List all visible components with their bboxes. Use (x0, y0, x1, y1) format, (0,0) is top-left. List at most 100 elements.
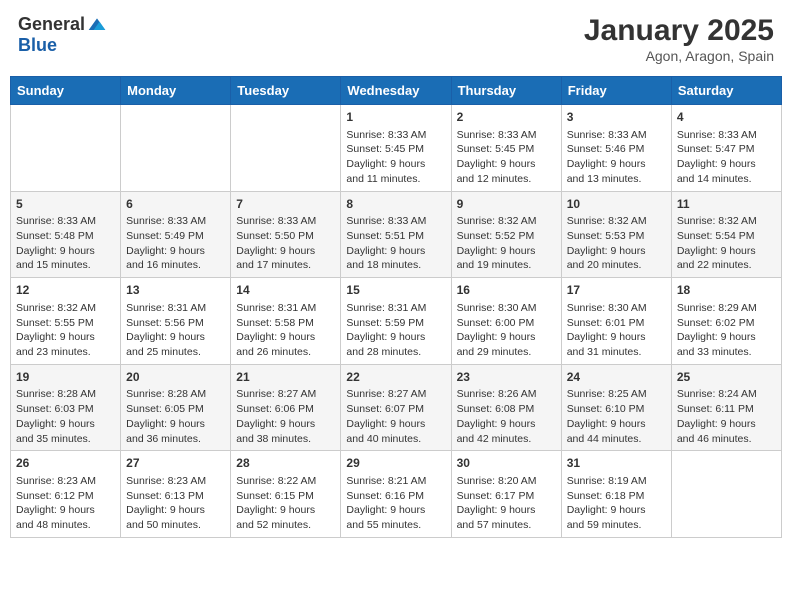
calendar-week-row: 12Sunrise: 8:32 AMSunset: 5:55 PMDayligh… (11, 278, 782, 365)
daylight-text: Daylight: 9 hours and 26 minutes. (236, 330, 335, 359)
calendar-cell: 30Sunrise: 8:20 AMSunset: 6:17 PMDayligh… (451, 451, 561, 538)
day-number: 17 (567, 282, 666, 299)
sunrise-text: Sunrise: 8:32 AM (677, 214, 776, 229)
sunrise-text: Sunrise: 8:33 AM (16, 214, 115, 229)
cell-content: 18Sunrise: 8:29 AMSunset: 6:02 PMDayligh… (677, 282, 776, 360)
cell-content: 30Sunrise: 8:20 AMSunset: 6:17 PMDayligh… (457, 455, 556, 533)
calendar-cell: 4Sunrise: 8:33 AMSunset: 5:47 PMDaylight… (671, 105, 781, 192)
calendar-cell (671, 451, 781, 538)
sunrise-text: Sunrise: 8:19 AM (567, 474, 666, 489)
day-number: 20 (126, 369, 225, 386)
cell-content: 9Sunrise: 8:32 AMSunset: 5:52 PMDaylight… (457, 196, 556, 274)
daylight-text: Daylight: 9 hours and 14 minutes. (677, 157, 776, 186)
daylight-text: Daylight: 9 hours and 22 minutes. (677, 244, 776, 273)
day-number: 27 (126, 455, 225, 472)
sunset-text: Sunset: 6:02 PM (677, 316, 776, 331)
sunset-text: Sunset: 5:52 PM (457, 229, 556, 244)
cell-content: 11Sunrise: 8:32 AMSunset: 5:54 PMDayligh… (677, 196, 776, 274)
sunset-text: Sunset: 6:12 PM (16, 489, 115, 504)
daylight-text: Daylight: 9 hours and 16 minutes. (126, 244, 225, 273)
daylight-text: Daylight: 9 hours and 57 minutes. (457, 503, 556, 532)
calendar-cell: 2Sunrise: 8:33 AMSunset: 5:45 PMDaylight… (451, 105, 561, 192)
calendar-cell: 18Sunrise: 8:29 AMSunset: 6:02 PMDayligh… (671, 278, 781, 365)
sunrise-text: Sunrise: 8:26 AM (457, 387, 556, 402)
calendar-cell (231, 105, 341, 192)
weekday-header-tuesday: Tuesday (231, 77, 341, 105)
weekday-header-saturday: Saturday (671, 77, 781, 105)
sunset-text: Sunset: 5:45 PM (346, 142, 445, 157)
calendar-cell: 6Sunrise: 8:33 AMSunset: 5:49 PMDaylight… (121, 191, 231, 278)
calendar-cell (121, 105, 231, 192)
day-number: 3 (567, 109, 666, 126)
day-number: 10 (567, 196, 666, 213)
sunrise-text: Sunrise: 8:23 AM (126, 474, 225, 489)
calendar-cell: 9Sunrise: 8:32 AMSunset: 5:52 PMDaylight… (451, 191, 561, 278)
cell-content: 20Sunrise: 8:28 AMSunset: 6:05 PMDayligh… (126, 369, 225, 447)
cell-content: 21Sunrise: 8:27 AMSunset: 6:06 PMDayligh… (236, 369, 335, 447)
daylight-text: Daylight: 9 hours and 11 minutes. (346, 157, 445, 186)
day-number: 31 (567, 455, 666, 472)
day-number: 29 (346, 455, 445, 472)
page-header: General Blue January 2025 Agon, Aragon, … (10, 10, 782, 68)
sunrise-text: Sunrise: 8:33 AM (346, 128, 445, 143)
cell-content: 1Sunrise: 8:33 AMSunset: 5:45 PMDaylight… (346, 109, 445, 187)
calendar-cell: 22Sunrise: 8:27 AMSunset: 6:07 PMDayligh… (341, 364, 451, 451)
day-number: 8 (346, 196, 445, 213)
day-number: 6 (126, 196, 225, 213)
sunset-text: Sunset: 6:18 PM (567, 489, 666, 504)
cell-content: 24Sunrise: 8:25 AMSunset: 6:10 PMDayligh… (567, 369, 666, 447)
calendar-cell (11, 105, 121, 192)
title-section: January 2025 Agon, Aragon, Spain (584, 14, 774, 64)
cell-content: 5Sunrise: 8:33 AMSunset: 5:48 PMDaylight… (16, 196, 115, 274)
weekday-header-friday: Friday (561, 77, 671, 105)
day-number: 26 (16, 455, 115, 472)
calendar-cell: 17Sunrise: 8:30 AMSunset: 6:01 PMDayligh… (561, 278, 671, 365)
day-number: 19 (16, 369, 115, 386)
sunrise-text: Sunrise: 8:32 AM (567, 214, 666, 229)
calendar-cell: 11Sunrise: 8:32 AMSunset: 5:54 PMDayligh… (671, 191, 781, 278)
calendar-table: SundayMondayTuesdayWednesdayThursdayFrid… (10, 76, 782, 538)
day-number: 15 (346, 282, 445, 299)
calendar-cell: 19Sunrise: 8:28 AMSunset: 6:03 PMDayligh… (11, 364, 121, 451)
weekday-header-wednesday: Wednesday (341, 77, 451, 105)
day-number: 14 (236, 282, 335, 299)
sunset-text: Sunset: 6:17 PM (457, 489, 556, 504)
day-number: 23 (457, 369, 556, 386)
calendar-cell: 1Sunrise: 8:33 AMSunset: 5:45 PMDaylight… (341, 105, 451, 192)
cell-content: 7Sunrise: 8:33 AMSunset: 5:50 PMDaylight… (236, 196, 335, 274)
cell-content: 27Sunrise: 8:23 AMSunset: 6:13 PMDayligh… (126, 455, 225, 533)
daylight-text: Daylight: 9 hours and 44 minutes. (567, 417, 666, 446)
calendar-cell: 5Sunrise: 8:33 AMSunset: 5:48 PMDaylight… (11, 191, 121, 278)
daylight-text: Daylight: 9 hours and 38 minutes. (236, 417, 335, 446)
day-number: 12 (16, 282, 115, 299)
daylight-text: Daylight: 9 hours and 19 minutes. (457, 244, 556, 273)
sunrise-text: Sunrise: 8:33 AM (457, 128, 556, 143)
cell-content: 29Sunrise: 8:21 AMSunset: 6:16 PMDayligh… (346, 455, 445, 533)
daylight-text: Daylight: 9 hours and 35 minutes. (16, 417, 115, 446)
day-number: 18 (677, 282, 776, 299)
calendar-cell: 8Sunrise: 8:33 AMSunset: 5:51 PMDaylight… (341, 191, 451, 278)
cell-content: 8Sunrise: 8:33 AMSunset: 5:51 PMDaylight… (346, 196, 445, 274)
daylight-text: Daylight: 9 hours and 40 minutes. (346, 417, 445, 446)
cell-content: 13Sunrise: 8:31 AMSunset: 5:56 PMDayligh… (126, 282, 225, 360)
day-number: 22 (346, 369, 445, 386)
sunrise-text: Sunrise: 8:27 AM (236, 387, 335, 402)
logo-general-text: General (18, 14, 85, 35)
calendar-cell: 28Sunrise: 8:22 AMSunset: 6:15 PMDayligh… (231, 451, 341, 538)
calendar-cell: 20Sunrise: 8:28 AMSunset: 6:05 PMDayligh… (121, 364, 231, 451)
sunrise-text: Sunrise: 8:32 AM (457, 214, 556, 229)
calendar-cell: 26Sunrise: 8:23 AMSunset: 6:12 PMDayligh… (11, 451, 121, 538)
daylight-text: Daylight: 9 hours and 46 minutes. (677, 417, 776, 446)
weekday-header-row: SundayMondayTuesdayWednesdayThursdayFrid… (11, 77, 782, 105)
sunrise-text: Sunrise: 8:20 AM (457, 474, 556, 489)
daylight-text: Daylight: 9 hours and 33 minutes. (677, 330, 776, 359)
daylight-text: Daylight: 9 hours and 48 minutes. (16, 503, 115, 532)
sunset-text: Sunset: 5:58 PM (236, 316, 335, 331)
cell-content: 2Sunrise: 8:33 AMSunset: 5:45 PMDaylight… (457, 109, 556, 187)
daylight-text: Daylight: 9 hours and 23 minutes. (16, 330, 115, 359)
daylight-text: Daylight: 9 hours and 50 minutes. (126, 503, 225, 532)
sunrise-text: Sunrise: 8:22 AM (236, 474, 335, 489)
daylight-text: Daylight: 9 hours and 13 minutes. (567, 157, 666, 186)
sunrise-text: Sunrise: 8:31 AM (346, 301, 445, 316)
calendar-cell: 16Sunrise: 8:30 AMSunset: 6:00 PMDayligh… (451, 278, 561, 365)
